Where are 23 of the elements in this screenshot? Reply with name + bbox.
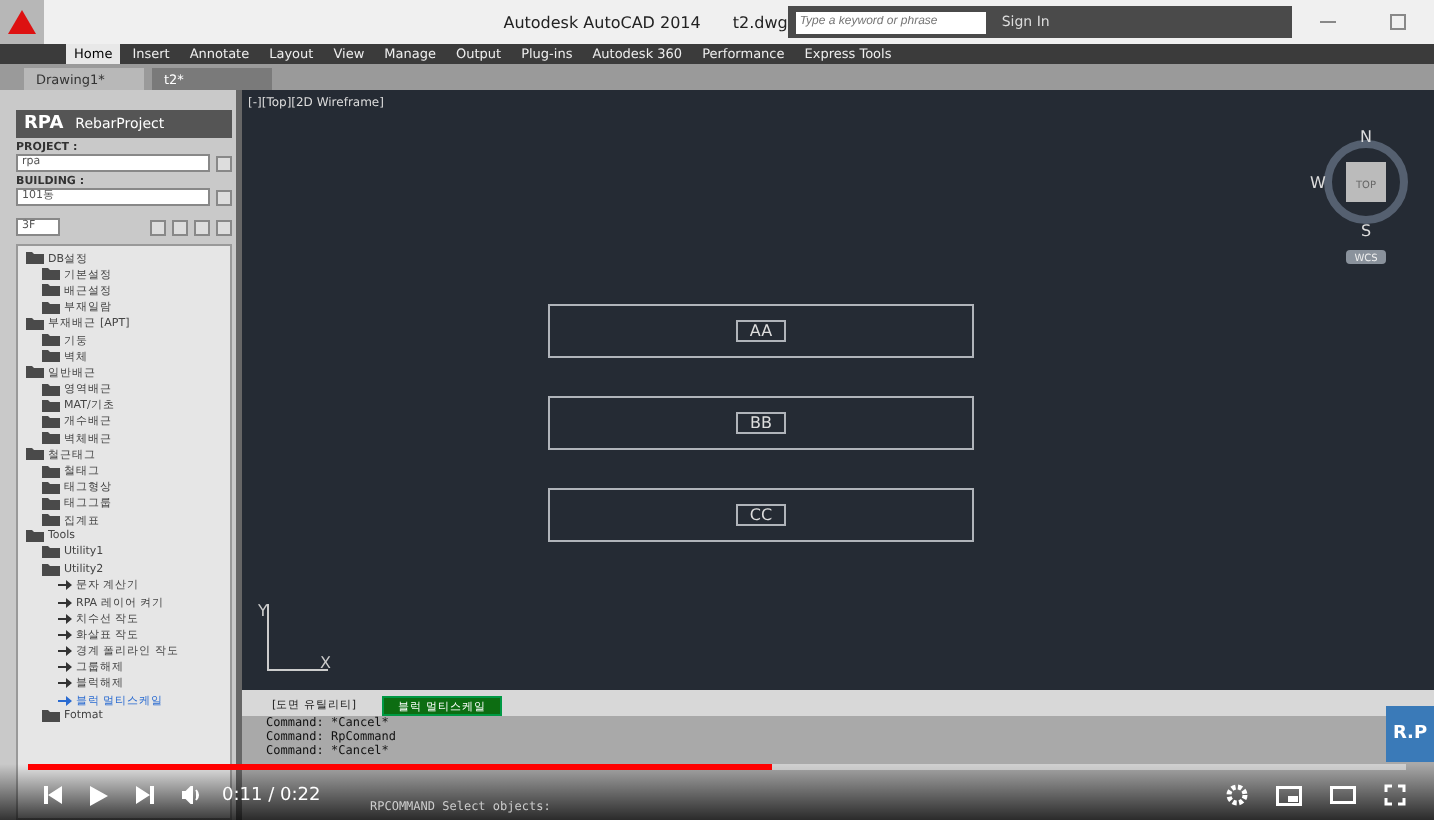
- app-menu-button[interactable]: [0, 0, 44, 44]
- fullscreen-icon[interactable]: [1384, 784, 1406, 806]
- window-title: Autodesk AutoCAD 2014: [503, 13, 701, 31]
- volume-icon[interactable]: [182, 786, 202, 804]
- panel-logo: RPA: [24, 114, 64, 134]
- play-icon[interactable]: [90, 785, 108, 805]
- next-icon[interactable]: [136, 786, 154, 804]
- miniplayer-icon[interactable]: [1276, 785, 1302, 805]
- block-label: CC: [735, 504, 787, 526]
- previous-icon[interactable]: [44, 786, 62, 804]
- file-name: t2.dwg: [732, 13, 788, 31]
- panel-button[interactable]: [216, 155, 232, 171]
- folder-icon: [42, 710, 60, 723]
- block-label: AA: [735, 320, 787, 342]
- logo-icon: [7, 10, 36, 34]
- ucs-axes-drawing: Y X: [258, 600, 338, 680]
- block-label: BB: [736, 412, 786, 434]
- settings-icon[interactable]: [1226, 784, 1248, 806]
- video-time: 0:11 / 0:22: [222, 785, 321, 805]
- rpa-badge: R.P: [1386, 706, 1434, 762]
- progress-track[interactable]: [28, 764, 1406, 770]
- theater-icon[interactable]: [1330, 786, 1356, 804]
- maximize-icon[interactable]: [1390, 14, 1407, 30]
